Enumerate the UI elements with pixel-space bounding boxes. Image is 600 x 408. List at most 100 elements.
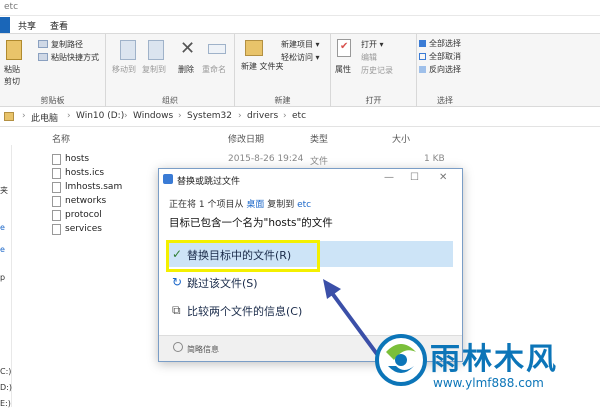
paste-icon bbox=[6, 40, 22, 60]
paste-button[interactable]: 粘贴 bbox=[4, 64, 20, 75]
source-link[interactable]: 桌面 bbox=[246, 200, 264, 210]
col-date[interactable]: 修改日期 bbox=[228, 132, 264, 145]
column-header: 名称 修改日期 类型 大小 bbox=[0, 127, 600, 145]
properties-button[interactable]: 属性 bbox=[335, 64, 351, 75]
dialog-source-line: 正在将 1 个项目从 桌面 复制到 etc bbox=[169, 200, 312, 210]
col-type[interactable]: 类型 bbox=[310, 132, 328, 145]
file-name: services bbox=[65, 224, 102, 234]
file-row[interactable]: hosts 2015-8-26 19:24 文件 1 KB bbox=[52, 153, 600, 167]
new-group-label: 新建 bbox=[274, 96, 291, 105]
rename-button[interactable]: 重命名 bbox=[202, 64, 226, 75]
compare-icon: ⧉ bbox=[172, 303, 181, 317]
select-all-icon bbox=[419, 40, 426, 47]
copy-path-icon bbox=[38, 40, 48, 48]
file-icon bbox=[52, 210, 61, 221]
crumb-windows[interactable]: Windows bbox=[133, 111, 173, 121]
maximize-icon[interactable]: ☐ bbox=[410, 172, 419, 183]
collapse-icon[interactable] bbox=[173, 342, 183, 352]
crumb-this-pc[interactable]: 此电脑 bbox=[31, 111, 58, 124]
file-name: protocol bbox=[65, 210, 102, 220]
file-size: 1 KB bbox=[424, 154, 445, 164]
dialog-message: 目标已包含一个名为"hosts"的文件 bbox=[169, 217, 333, 229]
ribbon: 粘贴 复制路径 粘贴快捷方式 剪切 剪贴板 移动到 复制到 ✕ 删除 重命名 组… bbox=[0, 33, 600, 108]
paste-shortcut-icon bbox=[38, 53, 48, 61]
skip-option-label: 跳过该文件(S) bbox=[187, 277, 258, 290]
file-name: networks bbox=[65, 196, 107, 206]
nav-drive-d[interactable]: D:) bbox=[0, 383, 12, 392]
copy-path-button[interactable]: 复制路径 bbox=[51, 39, 83, 50]
crumb-system32[interactable]: System32 bbox=[187, 111, 232, 121]
close-icon[interactable]: ✕ bbox=[439, 172, 447, 183]
col-name[interactable]: 名称 bbox=[52, 132, 70, 145]
copy-to-button[interactable]: 复制到 bbox=[142, 64, 166, 75]
file-name: lmhosts.sam bbox=[65, 182, 123, 192]
file-type: 文件 bbox=[310, 157, 329, 167]
ylmf-logo-icon bbox=[375, 334, 427, 386]
paste-shortcut-button[interactable]: 粘贴快捷方式 bbox=[51, 52, 99, 63]
folder-icon bbox=[4, 112, 14, 121]
skip-icon: ↻ bbox=[172, 275, 183, 289]
delete-button[interactable]: 删除 bbox=[178, 64, 194, 75]
easy-access-button[interactable]: 轻松访问 ▾ bbox=[281, 52, 320, 63]
file-icon bbox=[52, 182, 61, 193]
invert-selection-icon bbox=[419, 66, 426, 73]
cut-button[interactable]: 剪切 bbox=[4, 76, 20, 87]
select-none-button[interactable]: 全部取消 bbox=[429, 51, 461, 62]
replace-option[interactable]: ✓ 替换目标中的文件(R) bbox=[169, 241, 453, 267]
select-group-label: 选择 bbox=[437, 96, 453, 105]
open-button[interactable]: 打开 ▾ bbox=[361, 39, 384, 50]
compare-option-label: 比较两个文件的信息(C) bbox=[187, 305, 303, 318]
fewer-details-toggle[interactable]: 简略信息 bbox=[187, 344, 219, 355]
history-button[interactable]: 历史记录 bbox=[361, 65, 393, 76]
window-titlebar: etc bbox=[0, 0, 600, 16]
crumb-etc[interactable]: etc bbox=[292, 111, 306, 121]
invert-selection-button[interactable]: 反向选择 bbox=[429, 64, 461, 75]
nav-item[interactable]: p bbox=[0, 273, 5, 282]
navigation-pane: 夹 e e p C:) D:) E:) bbox=[0, 145, 12, 408]
minimize-icon[interactable]: — bbox=[384, 172, 394, 183]
new-item-button[interactable]: 新建项目 ▾ bbox=[281, 39, 320, 50]
file-icon bbox=[52, 196, 61, 207]
new-folder-button[interactable]: 新建 文件夹 bbox=[241, 62, 284, 72]
tab-file[interactable] bbox=[0, 17, 10, 33]
file-icon bbox=[52, 168, 61, 179]
move-to-button[interactable]: 移动到 bbox=[112, 64, 136, 75]
window-title: etc bbox=[4, 2, 19, 12]
replace-option-label: 替换目标中的文件(R) bbox=[187, 249, 292, 262]
file-icon bbox=[52, 224, 61, 235]
destination-link[interactable]: etc bbox=[297, 200, 311, 210]
col-size[interactable]: 大小 bbox=[392, 132, 410, 145]
ribbon-tabs: 共享 查看 bbox=[0, 16, 600, 33]
select-all-button[interactable]: 全部选择 bbox=[429, 38, 461, 49]
file-name: hosts.ics bbox=[65, 168, 105, 178]
file-name: hosts bbox=[65, 154, 90, 164]
select-none-icon bbox=[419, 53, 426, 60]
crumb-drive[interactable]: Win10 (D:) bbox=[76, 111, 124, 121]
nav-item[interactable]: e bbox=[0, 223, 5, 232]
group-select: 全部选择 全部取消 反向选择 选择 bbox=[417, 34, 473, 108]
dialog-titlebar: 替换或跳过文件 — ☐ ✕ bbox=[159, 169, 462, 191]
organize-group-label: 组织 bbox=[162, 96, 178, 105]
clipboard-group-label: 剪贴板 bbox=[40, 96, 65, 105]
tab-view[interactable]: 查看 bbox=[44, 17, 74, 33]
group-clipboard: 粘贴 复制路径 粘贴快捷方式 剪切 剪贴板 bbox=[0, 34, 106, 108]
nav-item[interactable]: e bbox=[0, 245, 5, 254]
dialog-title: 替换或跳过文件 bbox=[177, 177, 241, 187]
address-bar[interactable]: › 此电脑 › Win10 (D:) › Windows › System32 … bbox=[0, 107, 600, 127]
file-date: 2015-8-26 19:24 bbox=[228, 154, 304, 164]
nav-item[interactable]: 夹 bbox=[0, 185, 8, 196]
crumb-drivers[interactable]: drivers bbox=[247, 111, 278, 121]
open-group-label: 打开 bbox=[365, 96, 382, 105]
edit-button[interactable]: 编辑 bbox=[361, 52, 377, 63]
check-icon: ✓ bbox=[172, 247, 183, 261]
copy-to-icon bbox=[148, 40, 164, 60]
tab-share[interactable]: 共享 bbox=[12, 17, 42, 33]
delete-icon: ✕ bbox=[180, 38, 196, 59]
new-folder-icon bbox=[245, 40, 263, 56]
rename-icon bbox=[208, 44, 226, 54]
nav-drive-c[interactable]: C:) bbox=[0, 367, 11, 376]
checkmark-icon: ✔ bbox=[340, 41, 349, 52]
skip-option[interactable]: ↻ 跳过该文件(S) bbox=[169, 269, 453, 295]
watermark-url: www.ylmf888.com bbox=[433, 376, 544, 390]
group-new: 新建 文件夹 新建项目 ▾ 轻松访问 ▾ 新建 bbox=[235, 34, 331, 108]
